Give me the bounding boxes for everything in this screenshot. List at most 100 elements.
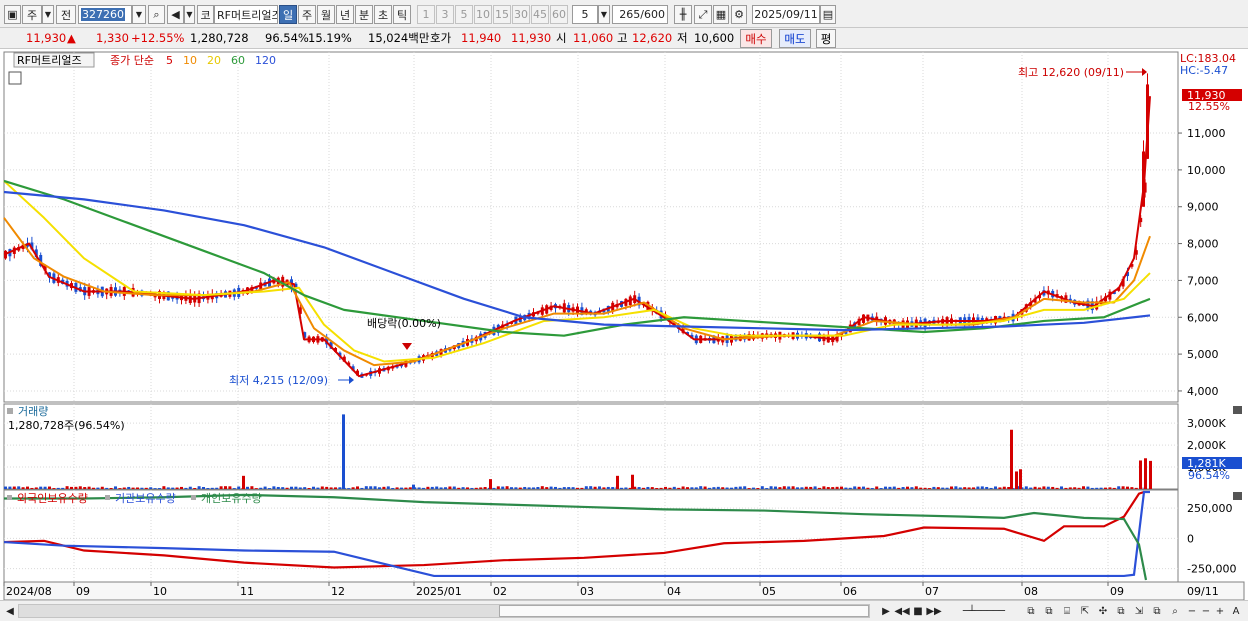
holder-legend-0: 외국인보유수량	[17, 492, 88, 505]
x-axis-label: 12	[331, 585, 345, 598]
volume-bar	[395, 487, 399, 489]
volume-bar	[848, 487, 852, 489]
volume-bar	[1086, 486, 1090, 489]
volume-bar	[510, 487, 513, 489]
volume-bar	[272, 486, 276, 489]
volume-bar	[188, 486, 192, 489]
volume-bar	[822, 486, 826, 489]
holder-legend-1: 기관보유수량	[115, 492, 176, 505]
stock-chart[interactable]: 4,000 5,000 6,000 7,000 8,000 9,000 10,000 11,0…	[0, 0, 1248, 600]
volume-bar	[140, 487, 144, 489]
vol-y-tick-label: 3,000K	[1187, 417, 1226, 430]
x-axis-label: 2025/01	[416, 585, 462, 598]
volume-bar	[400, 487, 403, 489]
hc-label: HC:-5.47	[1180, 64, 1228, 77]
search-icon[interactable]: ⌕	[1168, 603, 1182, 619]
volume-bar	[162, 486, 166, 489]
volume-bar	[875, 486, 879, 489]
volume-bar	[910, 487, 914, 489]
volume-bar	[818, 487, 821, 489]
volume-bar-spike	[342, 414, 345, 489]
volume-bar	[373, 486, 377, 489]
volume-bar	[1121, 486, 1125, 489]
volume-bar	[92, 487, 95, 489]
volume-bar	[1130, 487, 1134, 489]
volume-bar	[1002, 486, 1006, 489]
forward-icon[interactable]: ▶▶	[926, 603, 941, 619]
zoom-out-icon[interactable]: −	[1200, 603, 1212, 619]
volume-bar	[980, 486, 984, 489]
volume-bar	[690, 487, 694, 489]
volume-bar	[760, 486, 764, 489]
x-axis-last-date: 09/11	[1187, 585, 1219, 598]
volume-bar	[70, 486, 73, 489]
volume-bar	[422, 487, 425, 489]
volume-bar	[347, 488, 351, 489]
zoom-icon-1[interactable]: ⧉	[1024, 603, 1038, 619]
volume-bar	[892, 486, 896, 489]
volume-bar	[294, 486, 298, 489]
volume-bar-spike	[1019, 469, 1022, 489]
volume-bar	[1090, 487, 1094, 489]
volume-bar	[976, 486, 980, 489]
table-toggle-icon	[8, 71, 22, 85]
volume-title: 거래량	[18, 405, 48, 418]
volume-bar	[1033, 486, 1037, 489]
volume-bar	[532, 487, 535, 489]
volume-bar	[642, 487, 645, 489]
x-axis-label: 09	[1110, 585, 1124, 598]
volume-bar	[338, 487, 342, 489]
volume-bar	[941, 487, 945, 489]
compare-icon[interactable]: ⧉	[1114, 603, 1128, 619]
font-size-icon[interactable]: A	[1230, 603, 1242, 619]
scroll-thumb[interactable]	[499, 605, 869, 617]
zoom-icon-2[interactable]: ⧉	[1042, 603, 1056, 619]
export-icon[interactable]: ⇲	[1132, 603, 1146, 619]
copy-icon[interactable]: ⧉	[1150, 603, 1164, 619]
low-annotation: 최저 4,215 (12/09)	[229, 374, 328, 387]
volume-bar	[479, 487, 483, 489]
volume-bar	[721, 487, 725, 489]
x-axis-label: 2024/08	[6, 585, 52, 598]
volume-bar	[1077, 487, 1081, 489]
volume-bar	[158, 488, 161, 489]
holder-legend-2: 개인보유수량	[201, 492, 262, 505]
volume-bar	[540, 486, 544, 489]
scroll-right-icon[interactable]: ▶	[880, 603, 892, 619]
volume-bar	[356, 486, 359, 489]
volume-bar	[1082, 486, 1085, 489]
volume-bar	[958, 487, 962, 489]
volume-bar	[52, 488, 56, 489]
range-icon[interactable]: ⇱	[1078, 603, 1092, 619]
volume-bar	[483, 487, 487, 489]
volume-bar	[290, 486, 293, 489]
volume-bar	[118, 488, 122, 489]
volume-bar	[928, 488, 931, 489]
stop-icon[interactable]: ■	[912, 603, 924, 619]
volume-bar	[730, 487, 733, 489]
crosshair-icon[interactable]: ✣	[1096, 603, 1110, 619]
minus-icon[interactable]: −	[1186, 603, 1198, 619]
scroll-track[interactable]	[18, 604, 870, 618]
high-annotation: 최고 12,620 (09/11)	[1018, 66, 1124, 79]
volume-bar	[901, 487, 905, 489]
plus-icon[interactable]: +	[1214, 603, 1226, 619]
fit-icon[interactable]: ⌸	[1060, 603, 1074, 619]
price-y-tick-label: 8,000	[1187, 238, 1219, 251]
volume-bar	[8, 486, 12, 489]
scroll-left-icon[interactable]: ◀	[4, 603, 16, 619]
last-pct-label: 12.55%	[1188, 100, 1230, 113]
volume-bar	[228, 486, 232, 489]
holder-y-tick-label: 250,000	[1187, 502, 1233, 515]
volume-bar	[136, 487, 139, 489]
zoom-slider[interactable]: ─┴─────	[950, 603, 1018, 619]
volume-bar	[694, 487, 698, 489]
price-y-tick-label: 10,000	[1187, 164, 1226, 177]
volume-bar	[809, 486, 813, 489]
volume-bar	[21, 487, 25, 489]
holder-y-tick-label: 0	[1187, 532, 1194, 545]
rewind-icon[interactable]: ◀◀	[894, 603, 909, 619]
volume-bar	[312, 486, 315, 489]
volume-bar	[175, 487, 179, 489]
volume-bar	[853, 486, 857, 489]
